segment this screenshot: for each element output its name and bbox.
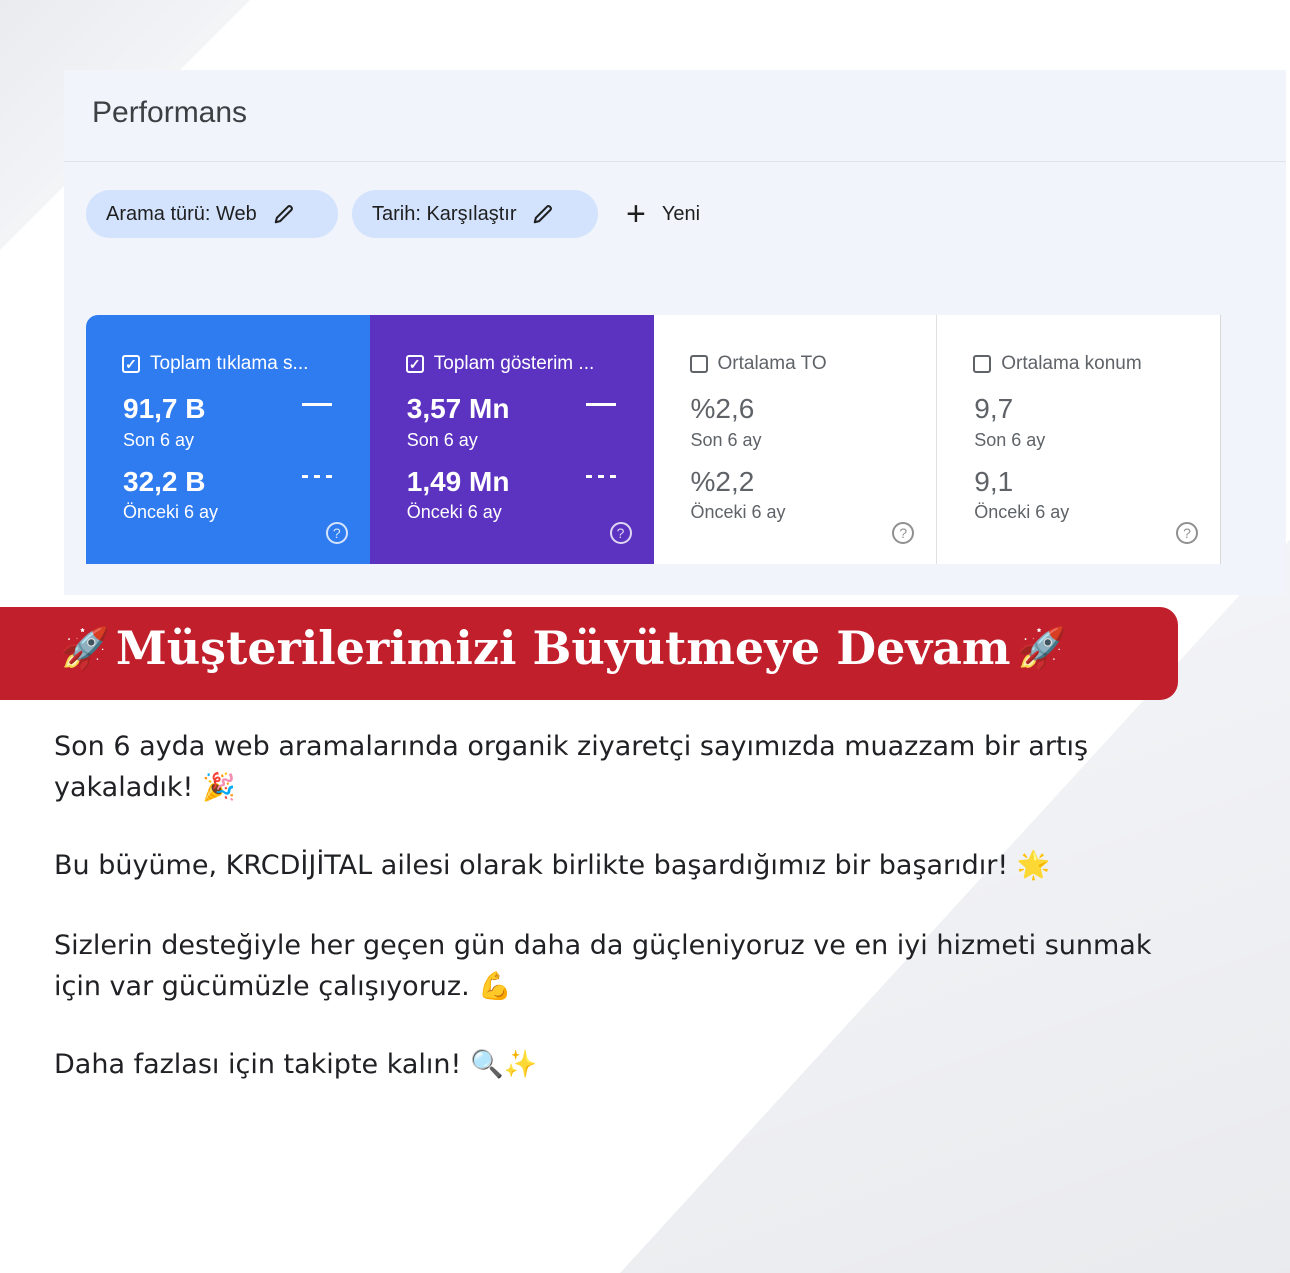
- new-filter-label: Yeni: [661, 202, 701, 225]
- paragraph: Bu büyüme, KRCDİJİTAL ailesi olarak birl…: [54, 850, 1051, 881]
- metric-label-previous: Önceki 6 ay: [406, 502, 502, 522]
- paragraph: Son 6 ayda web aramalarında organik ziya…: [54, 731, 1089, 803]
- dashed-line-legend-icon: [301, 475, 332, 478]
- headline-text: Müşterilerimizi Büyütmeye Devam: [115, 621, 1011, 675]
- help-icon[interactable]: ?: [325, 522, 348, 544]
- metric-value-current: 91,7 B: [123, 393, 206, 424]
- paragraph: Sizlerin desteğiyle her geçen gün daha d…: [54, 930, 1152, 1002]
- metric-card-header[interactable]: Ortalama konum: [973, 353, 1142, 375]
- metric-value-current: 9,7: [974, 393, 1014, 424]
- metric-value-previous: 9,1: [974, 466, 1014, 497]
- plus-icon: +: [626, 195, 646, 233]
- solid-line-legend-icon: [301, 403, 332, 406]
- metric-cards: ✓ Toplam tıklama s... 91,7 B Son 6 ay 32…: [86, 315, 1221, 564]
- metric-value-current: %2,6: [690, 393, 755, 424]
- metric-card-header[interactable]: Ortalama TO: [689, 353, 827, 375]
- date-filter-chip[interactable]: Tarih: Karşılaştır: [352, 190, 598, 238]
- metric-title: Ortalama konum: [1001, 353, 1142, 374]
- help-icon[interactable]: ?: [1176, 522, 1198, 544]
- metric-title: Ortalama TO: [717, 353, 827, 374]
- help-icon[interactable]: ?: [892, 522, 915, 544]
- pencil-icon: [274, 205, 293, 224]
- metric-value-previous: %2,2: [690, 466, 755, 497]
- search-type-filter-chip[interactable]: Arama türü: Web: [86, 190, 338, 238]
- pencil-icon: [534, 205, 553, 224]
- metric-card-clicks[interactable]: ✓ Toplam tıklama s... 91,7 B Son 6 ay 32…: [86, 315, 370, 564]
- metric-label-current: Son 6 ay: [974, 430, 1046, 450]
- metric-value-previous: 1,49 Mn: [406, 466, 510, 497]
- metric-card-header[interactable]: ✓ Toplam gösterim ...: [405, 353, 595, 375]
- metric-label-previous: Önceki 6 ay: [123, 502, 219, 522]
- metric-card-impressions[interactable]: ✓ Toplam gösterim ... 3,57 Mn Son 6 ay 1…: [369, 315, 654, 564]
- help-icon[interactable]: ?: [609, 522, 632, 544]
- dashed-line-legend-icon: [585, 475, 616, 478]
- checkbox-unchecked-icon[interactable]: [689, 355, 708, 373]
- new-filter-button[interactable]: + Yeni: [626, 194, 700, 234]
- rocket-icon: 🚀: [60, 624, 110, 672]
- rocket-icon: 🚀: [1016, 624, 1067, 672]
- checkbox-checked-icon[interactable]: ✓: [122, 355, 140, 373]
- metric-card-header[interactable]: ✓ Toplam tıklama s...: [122, 353, 308, 375]
- paragraph: Daha fazlası için takipte kalın! 🔍✨: [54, 1049, 538, 1080]
- metric-label-previous: Önceki 6 ay: [974, 502, 1070, 522]
- checkbox-checked-icon[interactable]: ✓: [405, 355, 424, 373]
- divider: [64, 161, 1286, 162]
- metric-label-current: Son 6 ay: [406, 430, 478, 450]
- metric-label-current: Son 6 ay: [690, 430, 762, 450]
- metric-value-previous: 32,2 B: [123, 466, 206, 497]
- solid-line-legend-icon: [585, 403, 616, 406]
- metric-title: Toplam gösterim ...: [433, 353, 595, 374]
- headline-banner: 🚀 Müşterilerimizi Büyütmeye Devam 🚀: [0, 607, 1178, 700]
- metric-label-previous: Önceki 6 ay: [690, 502, 786, 522]
- chip-label: Tarih: Karşılaştır: [372, 202, 517, 225]
- metric-title: Toplam tıklama s...: [150, 353, 309, 374]
- metric-value-current: 3,57 Mn: [406, 393, 510, 424]
- chip-label: Arama türü: Web: [106, 202, 257, 225]
- metric-card-position[interactable]: Ortalama konum 9,7 Son 6 ay 9,1 Önceki 6…: [937, 315, 1221, 564]
- metric-label-current: Son 6 ay: [123, 430, 195, 450]
- page-title: Performans: [92, 96, 248, 129]
- headline: 🚀 Müşterilerimizi Büyütmeye Devam 🚀: [60, 621, 1066, 675]
- metric-card-ctr[interactable]: Ortalama TO %2,6 Son 6 ay %2,2 Önceki 6 …: [653, 315, 938, 564]
- checkbox-unchecked-icon[interactable]: [973, 355, 992, 373]
